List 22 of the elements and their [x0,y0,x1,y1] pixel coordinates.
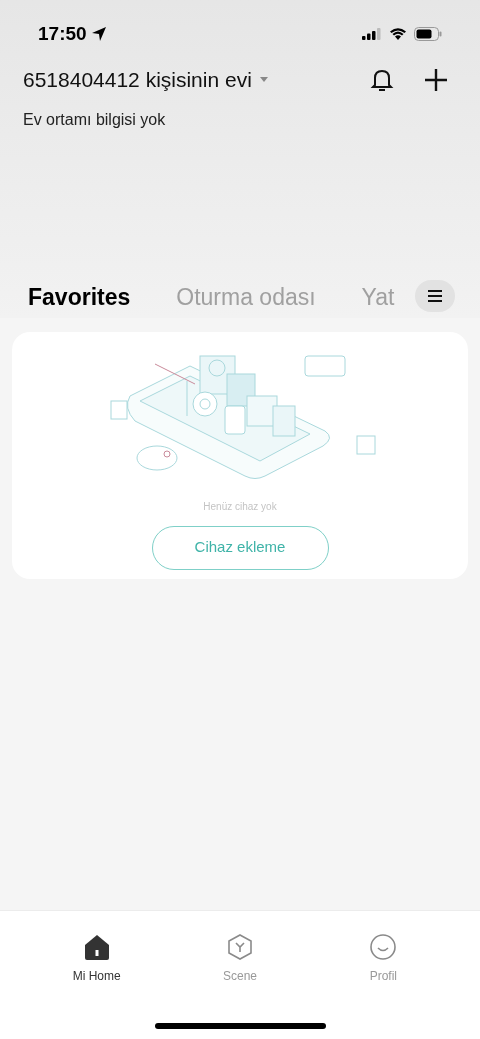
nav-item[interactable]: Mi Home [51,933,142,985]
menu-button[interactable] [415,279,455,312]
room-tab[interactable]: Favorites [28,280,131,315]
home-subtitle: Ev ortamı bilgisi yok [22,109,167,130]
empty-message: Henüz cihaz yok [203,499,277,514]
plus-icon [424,67,448,92]
home-selector[interactable]: 6518404412 kişisinin evi [23,64,268,96]
smiley-icon [369,933,398,961]
nav-item[interactable]: Scene [195,933,285,985]
room-tab[interactable]: Oturma odası [176,280,316,315]
house-icon [82,933,111,961]
hexagon-icon [226,933,254,961]
nav-item[interactable]: Profil [338,933,429,985]
battery-icon [414,27,442,41]
room-tab[interactable]: Yat [361,280,395,315]
caret-icon [259,77,268,83]
add-button[interactable] [424,67,448,92]
status-time: 17:50 [38,21,87,46]
signal-icon [362,28,382,40]
wifi-icon [389,27,407,41]
location-arrow-icon [90,26,107,42]
menu-icon [428,289,442,302]
